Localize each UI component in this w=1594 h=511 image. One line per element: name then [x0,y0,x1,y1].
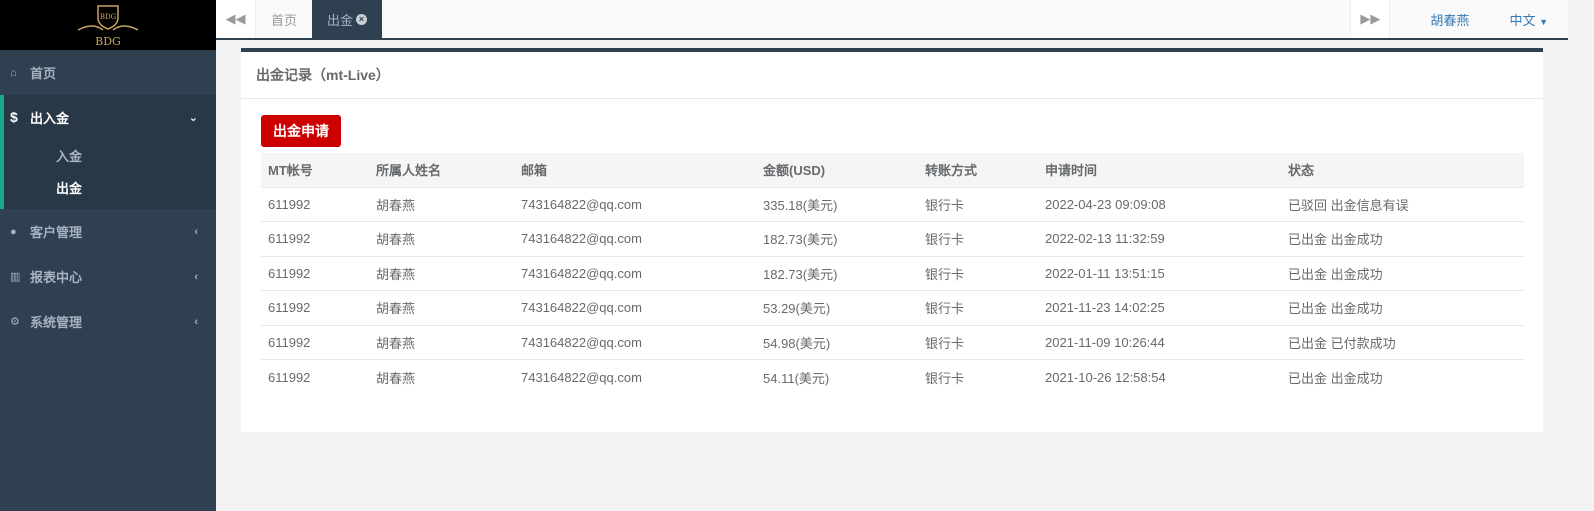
table-cell: 银行卡 [918,186,1038,222]
table-row: 611992 胡春燕 743164822@qq.com 182.73(美元) 银行卡 20… [261,221,1524,256]
chevron-down-icon: ⌄ [188,111,198,124]
user-icon: ● [10,225,17,238]
table-cell: 743164822@qq.com [514,359,756,394]
table-cell: 2022-04-23 09:09:08 [1038,186,1281,222]
bdg-logo-icon: BDG BDG [77,5,139,48]
table-cell: 银行卡 [918,255,1038,291]
caret-down-icon: ▼ [1539,16,1548,27]
panel-title: 出金记录（mt-Live） [241,52,1543,99]
table-cell: 611992 [261,186,369,222]
svg-text:BDG: BDG [100,13,117,21]
column-header: 转账方式 [918,153,1038,187]
table-cell: 743164822@qq.com [514,324,756,360]
sidebar-item-system[interactable]: ⚙ 系统管理 ‹ [0,299,216,344]
sidebar-label: 出入金 [30,110,70,126]
svg-text:BDG: BDG [95,35,121,48]
sidebar-item-home[interactable]: ⌂ 首页 [0,50,216,95]
chevron-left-icon: ‹ [194,270,198,283]
table-row: 611992 胡春燕 743164822@qq.com 54.98(美元) 银行卡 202… [261,324,1524,360]
table-row: 611992 胡春燕 743164822@qq.com 335.18(美元) 银行卡 20… [261,186,1524,222]
tab-bar: ◀◀ 首页 出金 × ▶▶ 胡春燕 中文 ▼ [216,0,1568,40]
table-cell: 已出金 出金成功 [1281,255,1524,291]
user-name[interactable]: 胡春燕 [1390,10,1509,29]
sidebar-item-withdraw[interactable]: 出金 [4,171,216,203]
bar-chart-icon: ▥ [10,271,21,283]
table-cell: 胡春燕 [369,255,514,291]
scroll-left-button[interactable]: ◀◀ [216,0,256,38]
table-cell: 743164822@qq.com [514,255,756,291]
table-cell: 银行卡 [918,324,1038,360]
table-row: 611992 胡春燕 743164822@qq.com 53.29(美元) 银行卡 202… [261,290,1524,325]
table-cell: 54.11(美元) [756,359,918,394]
table-cell: 银行卡 [918,359,1038,394]
language-label: 中文 [1509,12,1536,28]
table-cell: 已出金 出金成功 [1281,359,1524,394]
table-cell: 743164822@qq.com [514,290,756,325]
table-cell: 54.98(美元) [756,324,918,360]
close-icon[interactable]: × [356,13,368,25]
sidebar-item-deposit[interactable]: 入金 [4,139,216,171]
home-icon: ⌂ [10,66,17,79]
table-cell: 611992 [261,324,369,360]
column-header: MT帐号 [261,153,369,187]
table-cell: 611992 [261,359,369,394]
table-row: 611992 胡春燕 743164822@qq.com 182.73(美元) 银行卡 20… [261,255,1524,291]
table-cell: 53.29(美元) [756,290,918,325]
table-cell: 182.73(美元) [756,221,918,256]
table-cell: 胡春燕 [369,221,514,256]
table-cell: 743164822@qq.com [514,221,756,256]
tab-label: 出金 [327,12,354,28]
tab-withdraw[interactable]: 出金 × [312,0,383,38]
chevron-left-icon: ‹ [194,225,198,238]
column-header: 金额(USD) [756,153,918,187]
table-cell: 2022-02-13 11:32:59 [1038,221,1281,256]
table-cell: 335.18(美元) [756,186,918,222]
language-dropdown[interactable]: 中文 ▼ [1509,10,1568,29]
table-cell: 611992 [261,290,369,325]
sidebar: BDG BDG ⌂ 首页 $ 出入金 ⌄ 入金 出金 ● 客户管理 ‹ ▥ 报表中心 ‹ ⚙ 系… [0,0,216,511]
table-cell: 743164822@qq.com [514,186,756,222]
column-header: 申请时间 [1038,153,1281,187]
table-cell: 2022-01-11 13:51:15 [1038,255,1281,291]
chevron-left-icon: ‹ [194,315,198,328]
table-cell: 胡春燕 [369,324,514,360]
sidebar-label: 首页 [30,66,57,81]
table-cell: 胡春燕 [369,359,514,394]
table-cell: 611992 [261,255,369,291]
table-cell: 2021-11-23 14:02:25 [1038,290,1281,325]
sidebar-group-finance: $ 出入金 ⌄ 入金 出金 [0,95,216,209]
sidebar-label: 系统管理 [30,315,83,330]
table-cell: 银行卡 [918,290,1038,325]
cogs-icon: ⚙ [10,316,20,328]
withdraw-apply-button[interactable]: 出金申请 [261,115,341,147]
table-cell: 已出金 已付款成功 [1281,324,1524,360]
sidebar-item-finance[interactable]: $ 出入金 ⌄ [4,95,216,139]
column-header: 状态 [1281,153,1524,187]
sidebar-label: 报表中心 [30,270,83,285]
sidebar-item-customers[interactable]: ● 客户管理 ‹ [0,209,216,254]
withdraw-records-panel: 出金记录（mt-Live） 出金申请 MT帐号 所属人姓名 邮箱 金额(USD) 转账方… [241,48,1543,432]
table-cell: 银行卡 [918,221,1038,256]
column-header: 所属人姓名 [369,153,514,187]
sidebar-item-reports[interactable]: ▥ 报表中心 ‹ [0,254,216,299]
table-cell: 2021-11-09 10:26:44 [1038,324,1281,360]
withdraw-table: MT帐号 所属人姓名 邮箱 金额(USD) 转账方式 申请时间 状态 611992 胡春燕 74… [261,153,1524,394]
tab-home[interactable]: 首页 [256,0,312,38]
table-cell: 已出金 出金成功 [1281,290,1524,325]
table-cell: 611992 [261,221,369,256]
table-cell: 胡春燕 [369,290,514,325]
scroll-right-button[interactable]: ▶▶ [1350,0,1391,38]
table-cell: 182.73(美元) [756,255,918,291]
dollar-icon: $ [10,109,18,125]
table-cell: 已出金 出金成功 [1281,221,1524,256]
table-cell: 2021-10-26 12:58:54 [1038,359,1281,394]
table-cell: 胡春燕 [369,186,514,222]
sidebar-label: 客户管理 [30,225,83,240]
table-cell: 已驳回 出金信息有误 [1281,186,1524,222]
logo[interactable]: BDG BDG [0,0,216,50]
table-row: 611992 胡春燕 743164822@qq.com 54.11(美元) 银行卡 202… [261,359,1524,394]
column-header: 邮箱 [514,153,756,187]
